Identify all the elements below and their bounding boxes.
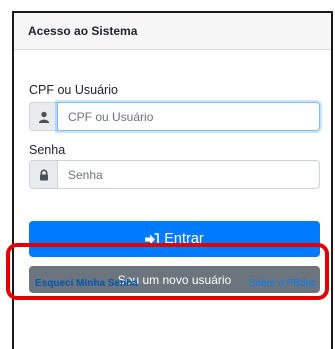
about-link[interactable]: Sobre o PBdoc — [249, 278, 316, 289]
card-header: Acesso ao Sistema — [14, 13, 331, 50]
lock-icon — [29, 160, 57, 189]
password-label: Senha — [29, 143, 66, 157]
user-input[interactable] — [57, 102, 320, 131]
login-button[interactable]: Entrar — [29, 221, 320, 257]
login-card: Acesso ao Sistema CPF ou Usuário Senha — [6, 11, 333, 349]
password-input[interactable] — [57, 160, 320, 189]
card-title: Acesso ao Sistema — [28, 24, 138, 38]
sign-in-icon — [145, 232, 160, 246]
login-button-label: Entrar — [164, 231, 204, 247]
user-icon — [29, 102, 57, 131]
forgot-password-link[interactable]: Esqueci Minha Senha — [35, 278, 138, 289]
user-input-group — [29, 102, 320, 131]
password-input-group — [29, 160, 320, 189]
user-label: CPF ou Usuário — [29, 83, 118, 97]
